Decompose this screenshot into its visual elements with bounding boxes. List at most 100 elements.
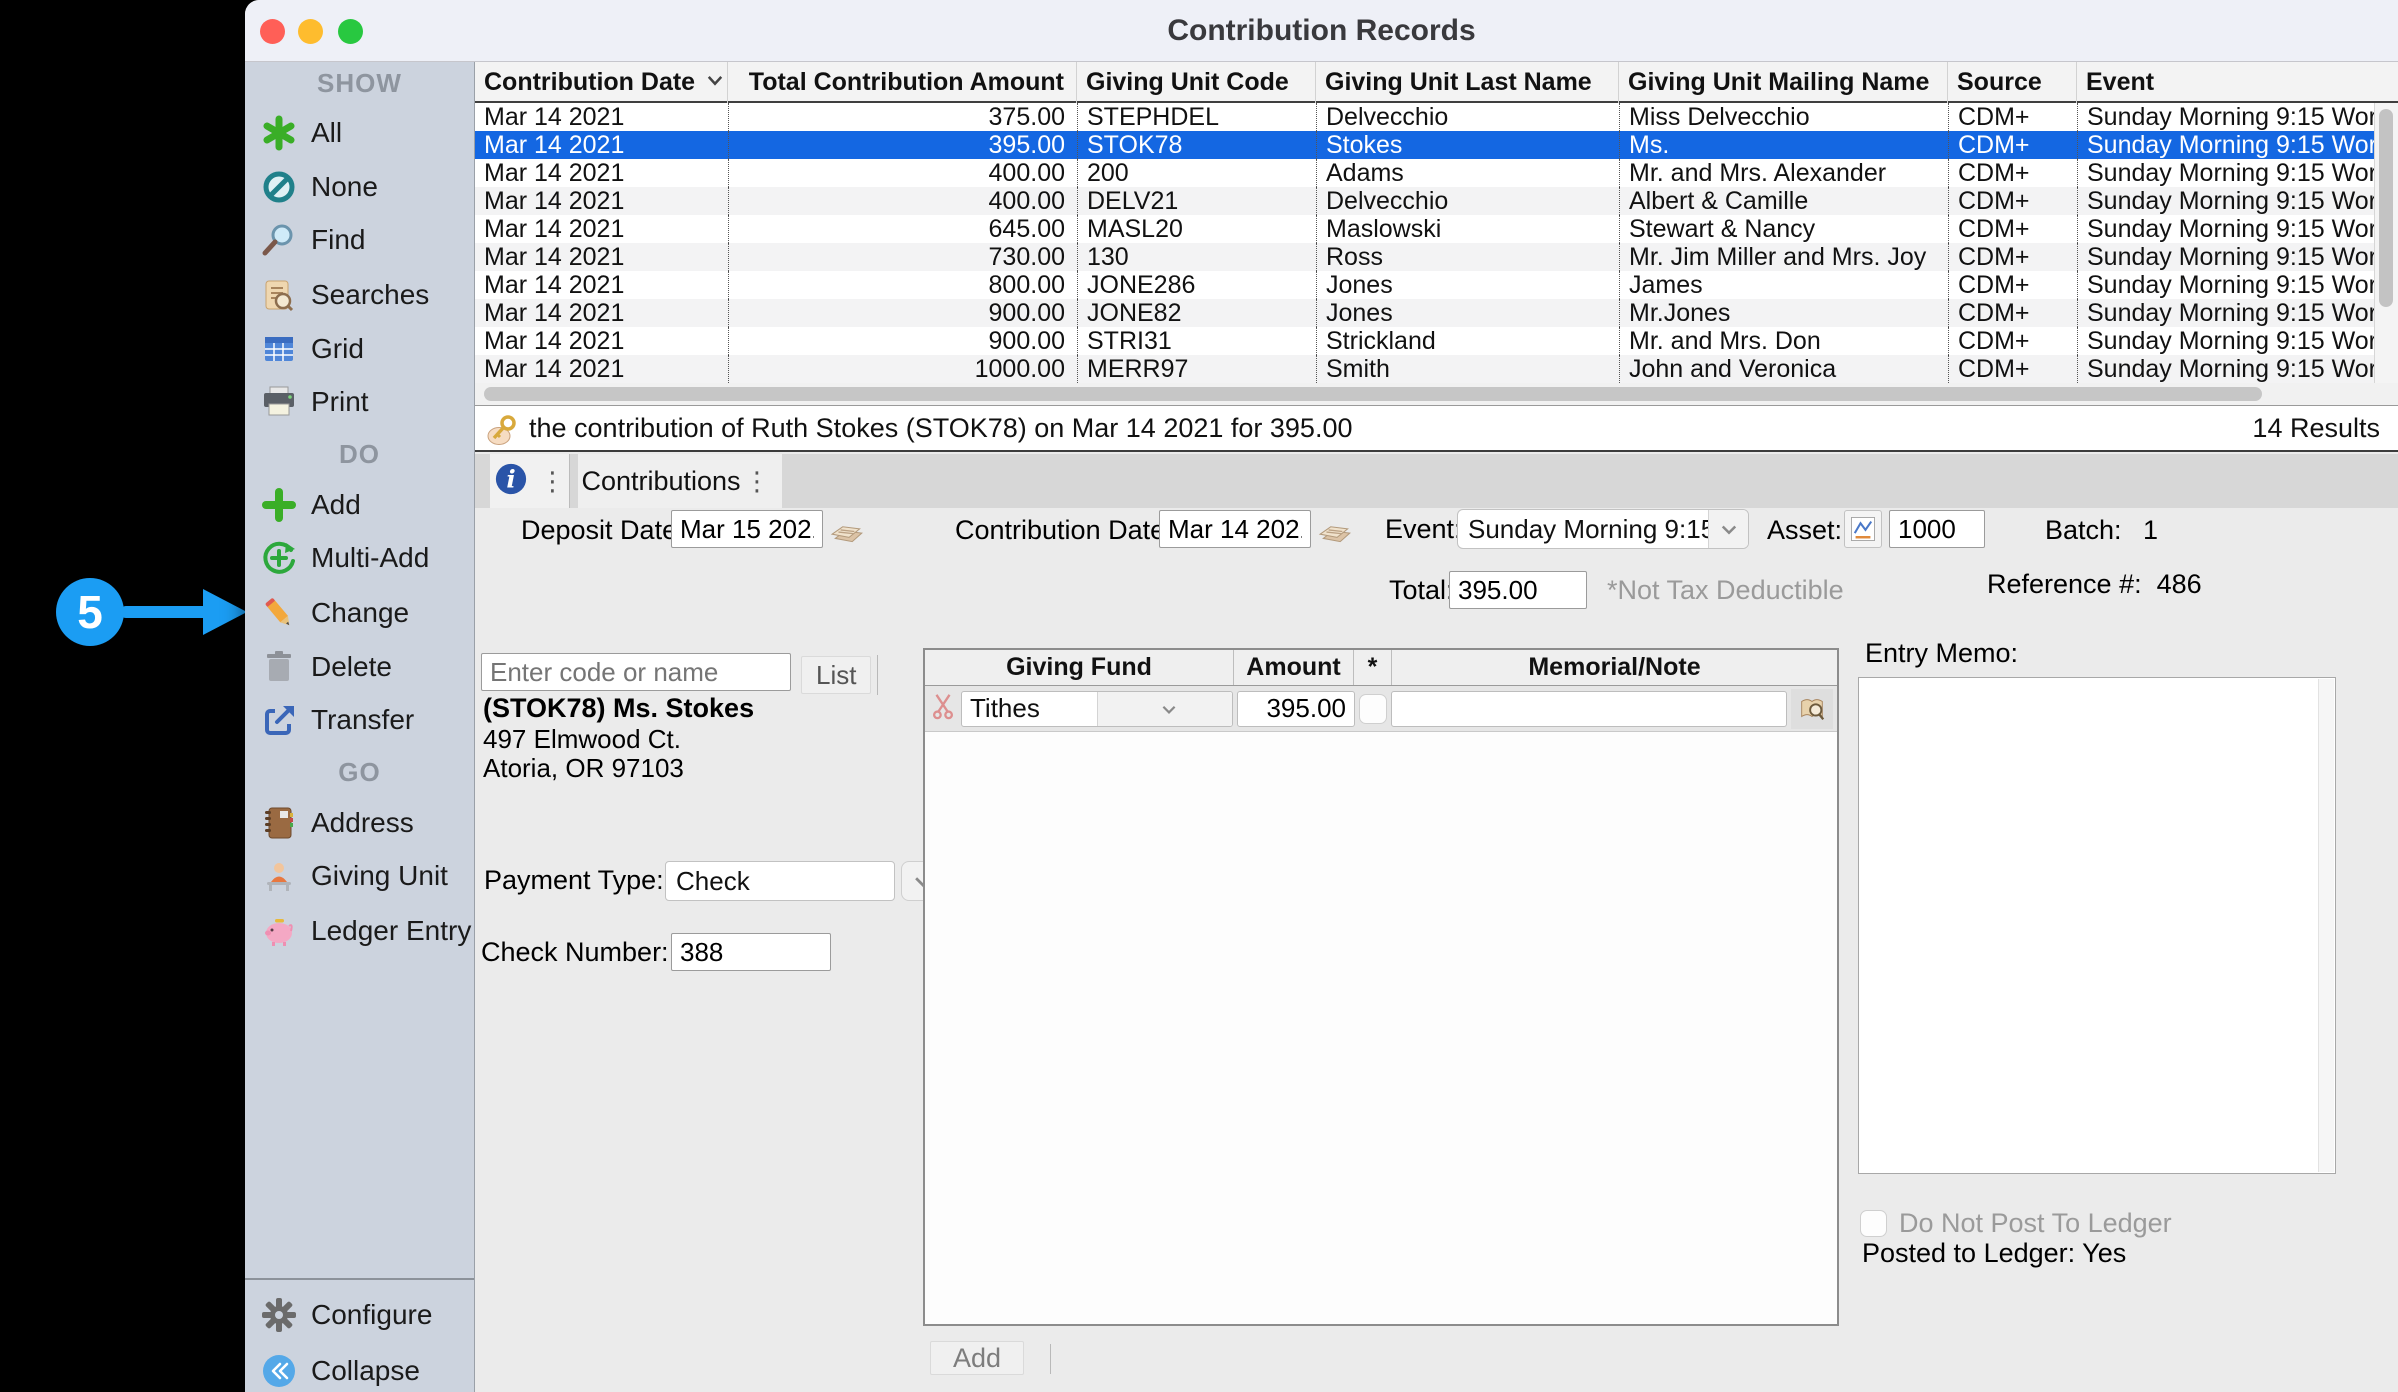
- printer-icon: [261, 384, 297, 420]
- deposit-date-calendar-icon[interactable]: [829, 512, 867, 550]
- results-count: 14 Results: [2252, 406, 2380, 451]
- plus-icon: [261, 487, 297, 523]
- table-row[interactable]: Mar 14 2021 375.00 STEPHDEL Delvecchio M…: [475, 103, 2374, 131]
- fund-dropdown[interactable]: Tithes: [961, 691, 1233, 727]
- arrow-head-icon: [203, 589, 247, 635]
- sidebar-item-address[interactable]: Address: [245, 803, 474, 843]
- overflow-dots-icon[interactable]: ⋮: [744, 468, 770, 494]
- column-header-last-name[interactable]: Giving Unit Last Name: [1316, 62, 1619, 103]
- window-title: Contribution Records: [245, 0, 2398, 62]
- contribution-date-input[interactable]: [1159, 510, 1311, 548]
- table-row[interactable]: Mar 14 2021 400.00 DELV21 Delvecchio Alb…: [475, 187, 2374, 215]
- sidebar-item-label: Print: [311, 382, 369, 422]
- tab-bar: i ⋮ Contributions ⋮: [475, 454, 2398, 508]
- payment-type-dropdown[interactable]: Check: [665, 861, 895, 901]
- tax-deductible-checkbox[interactable]: [1359, 694, 1387, 724]
- memorial-note-input[interactable]: [1391, 691, 1787, 727]
- fund-amount-input[interactable]: [1237, 691, 1355, 727]
- sidebar-item-label: Delete: [311, 647, 392, 687]
- table-row[interactable]: Mar 14 2021 400.00 200 Adams Mr. and Mrs…: [475, 159, 2374, 187]
- deposit-date-input[interactable]: [671, 510, 823, 548]
- collapse-chevrons-icon: [261, 1353, 297, 1389]
- sidebar-section-show: SHOW: [245, 68, 474, 98]
- sidebar-item-label: Address: [311, 803, 414, 843]
- gear-icon: [261, 1297, 297, 1333]
- batch-label: Batch:: [2045, 510, 2122, 550]
- info-button[interactable]: i ⋮: [490, 454, 570, 508]
- tab-label: Contributions: [578, 466, 744, 497]
- check-number-label: Check Number:: [481, 932, 669, 972]
- sidebar-divider: [245, 1278, 474, 1280]
- arrow-shaft: [120, 606, 210, 618]
- sidebar-item-grid[interactable]: Grid: [245, 329, 474, 369]
- scissors-icon[interactable]: [929, 692, 957, 725]
- amount-column-header: Amount: [1234, 650, 1354, 685]
- vertical-scrollbar-thumb[interactable]: [2379, 109, 2393, 307]
- sidebar-item-change[interactable]: Change: [245, 593, 474, 633]
- sidebar-item-searches[interactable]: Searches: [245, 275, 474, 315]
- info-icon: i: [494, 462, 528, 501]
- column-header-source[interactable]: Source: [1948, 62, 2077, 103]
- asset-picker-icon[interactable]: [1844, 510, 1882, 548]
- memorial-search-icon[interactable]: [1791, 689, 1833, 729]
- table-row[interactable]: Mar 14 2021 645.00 MASL20 Maslowski Stew…: [475, 215, 2374, 243]
- contribution-date-label: Contribution Date:: [955, 510, 1173, 550]
- horizontal-scrollbar-thumb[interactable]: [484, 387, 2262, 401]
- table-row[interactable]: Mar 14 2021 900.00 JONE82 Jones Mr.Jones…: [475, 299, 2374, 327]
- table-row[interactable]: Mar 14 2021 1000.00 MERR97 Smith John an…: [475, 355, 2374, 383]
- event-label: Event:: [1385, 509, 1462, 549]
- table-row[interactable]: Mar 14 2021 730.00 130 Ross Mr. Jim Mill…: [475, 243, 2374, 271]
- column-header-mailing-name[interactable]: Giving Unit Mailing Name: [1619, 62, 1948, 103]
- pencil-icon: [261, 595, 297, 631]
- fund-column-header: Giving Fund: [925, 650, 1234, 685]
- chevron-down-icon[interactable]: [1708, 510, 1748, 548]
- sidebar-item-collapse[interactable]: Collapse: [245, 1351, 474, 1391]
- sidebar-item-multi-add[interactable]: Multi-Add: [245, 538, 474, 578]
- column-header-giving-unit-code[interactable]: Giving Unit Code: [1077, 62, 1316, 103]
- sidebar-item-print[interactable]: Print: [245, 382, 474, 422]
- sidebar-item-configure[interactable]: Configure: [245, 1295, 474, 1335]
- grid-icon: [261, 331, 297, 367]
- multi-add-icon: [261, 540, 297, 576]
- sidebar-item-transfer[interactable]: Transfer: [245, 700, 474, 740]
- asterisk-column-header: *: [1354, 650, 1392, 685]
- selection-summary: the contribution of Ruth Stokes (STOK78)…: [529, 406, 1353, 451]
- vertical-scrollbar[interactable]: [2374, 103, 2398, 383]
- add-fund-button[interactable]: Add: [930, 1341, 1024, 1375]
- chevron-down-icon[interactable]: [1097, 692, 1233, 726]
- divider: [877, 655, 878, 695]
- sidebar-item-none[interactable]: None: [245, 167, 474, 207]
- memo-scrollbar-track[interactable]: [2318, 679, 2334, 1172]
- transfer-icon: [261, 702, 297, 738]
- column-header-event[interactable]: Event: [2077, 62, 2374, 103]
- sidebar-item-delete[interactable]: Delete: [245, 647, 474, 687]
- table-row[interactable]: Mar 14 2021 395.00 STOK78 Stokes Ms. CDM…: [475, 131, 2374, 159]
- sidebar-item-add[interactable]: Add: [245, 485, 474, 525]
- event-dropdown[interactable]: Sunday Morning 9:15 W: [1457, 509, 1749, 549]
- sidebar-item-all[interactable]: All: [245, 113, 474, 153]
- sidebar-item-label: Multi-Add: [311, 538, 429, 578]
- column-header-contribution-date[interactable]: Contribution Date: [475, 62, 728, 103]
- tab-contributions[interactable]: Contributions ⋮: [578, 454, 782, 508]
- column-header-total-amount[interactable]: Total Contribution Amount: [728, 62, 1077, 103]
- table-row[interactable]: Mar 14 2021 800.00 JONE286 Jones James C…: [475, 271, 2374, 299]
- memorial-note-column-header: Memorial/Note: [1392, 650, 1837, 685]
- posted-to-ledger-status: Posted to Ledger: Yes: [1862, 1233, 2126, 1273]
- total-input[interactable]: [1449, 571, 1587, 609]
- sidebar-item-giving-unit[interactable]: Giving Unit: [245, 856, 474, 896]
- horizontal-scrollbar[interactable]: [475, 383, 2398, 405]
- sidebar-item-label: Collapse: [311, 1351, 420, 1391]
- overflow-dots-icon[interactable]: ⋮: [540, 468, 566, 494]
- contribution-date-calendar-icon[interactable]: [1317, 512, 1355, 550]
- fund-row: Tithes: [925, 686, 1837, 732]
- check-number-input[interactable]: [671, 933, 831, 971]
- giver-code-input[interactable]: [481, 653, 791, 691]
- asset-input[interactable]: [1889, 510, 1985, 548]
- sidebar: SHOW All None Find Searches Grid: [245, 62, 475, 1392]
- entry-memo-label: Entry Memo:: [1865, 633, 2018, 673]
- entry-memo-textarea[interactable]: [1858, 677, 2336, 1174]
- sidebar-item-ledger-entry[interactable]: Ledger Entry: [245, 911, 474, 951]
- sidebar-item-find[interactable]: Find: [245, 220, 474, 260]
- list-button[interactable]: List: [801, 656, 871, 694]
- table-row[interactable]: Mar 14 2021 900.00 STRI31 Strickland Mr.…: [475, 327, 2374, 355]
